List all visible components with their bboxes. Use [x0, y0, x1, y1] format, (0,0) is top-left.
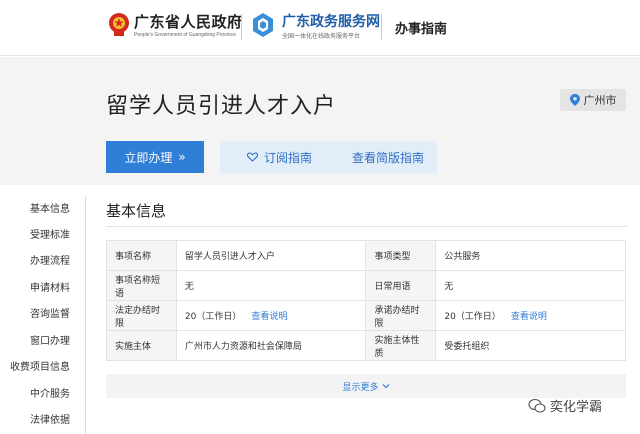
sidenav-item-legal-basis[interactable]: 法律依据 [30, 411, 70, 426]
service-tagline: 全国一体化在线政务服务平台 [282, 33, 361, 40]
basic-info-table: 事项名称 留学人员引进人才入户 事项类型 公共服务 事项名称短语 无 日常用语 … [106, 240, 626, 361]
table-key: 法定办结时限 [106, 300, 177, 331]
table-row: 法定办结时限 20（工作日） 查看说明 承诺办结时限 20（工作日） 查看说明 [106, 300, 626, 331]
table-key: 实施主体 [106, 330, 177, 361]
table-row: 事项名称 留学人员引进人才入户 事项类型 公共服务 [106, 240, 626, 271]
sidenav-item-window[interactable]: 窗口办理 [30, 332, 70, 347]
national-emblem-icon [109, 13, 129, 36]
sidenav-item-materials[interactable]: 申请材料 [30, 279, 70, 294]
double-chevron-right-icon: » [178, 150, 186, 164]
table-value-with-link: 20（工作日） 查看说明 [435, 300, 626, 331]
subscribe-guide-label: 订阅指南 [263, 150, 312, 165]
page-kind-label: 办事指南 [395, 22, 448, 37]
view-explanation-link[interactable]: 查看说明 [511, 312, 547, 322]
implementing-agency-link[interactable]: 广州市人力资源和社会保障局 [175, 330, 367, 361]
sidenav-item-acceptance[interactable]: 受理标准 [30, 226, 70, 241]
view-simple-guide-label: 查看简版指南 [351, 150, 424, 165]
sidenav-item-process[interactable]: 办理流程 [30, 252, 70, 267]
subscribe-guide-button[interactable]: 订阅指南 [220, 141, 339, 173]
table-row: 事项名称短语 无 日常用语 无 [106, 270, 626, 301]
section-title: 基本信息 [106, 202, 167, 220]
city-selector[interactable]: 广州市 [560, 89, 626, 111]
sidenav-item-intermediary[interactable]: 中介服务 [30, 385, 70, 400]
wechat-icon [528, 398, 546, 413]
heart-icon [246, 152, 258, 162]
service-network-logo-icon [253, 13, 273, 37]
table-value-with-link: 20（工作日） 查看说明 [175, 300, 367, 331]
table-value: 无 [435, 270, 626, 301]
table-key: 日常用语 [365, 270, 437, 301]
sidenav-item-consult[interactable]: 咨询监督 [30, 305, 70, 320]
watermark: 奕化学霸 [528, 396, 602, 415]
legal-time-limit-value: 20（工作日） [184, 312, 242, 322]
show-more-button[interactable]: 显示更多 [106, 374, 626, 398]
gov-name[interactable]: 广东省人民政府 [134, 11, 243, 32]
show-more-label: 显示更多 [342, 382, 379, 393]
watermark-text: 奕化学霸 [550, 400, 603, 415]
table-value: 受委托组织 [435, 330, 626, 361]
top-header: 广东省人民政府 People's Government of Guangdong… [0, 0, 640, 56]
table-value: 留学人员引进人才入户 [175, 240, 367, 271]
table-value: 公共服务 [435, 240, 626, 271]
city-label: 广州市 [583, 94, 617, 107]
section-divider [106, 226, 628, 227]
promised-time-limit-value: 20（工作日） [444, 312, 501, 322]
apply-now-label: 立即办理 [124, 150, 173, 165]
sidenav-item-basic-info[interactable]: 基本信息 [30, 200, 70, 215]
header-divider [241, 14, 242, 40]
service-name[interactable]: 广东政务服务网 [282, 11, 380, 31]
table-key: 承诺办结时限 [365, 300, 437, 331]
table-value: 无 [175, 270, 367, 301]
apply-now-button[interactable]: 立即办理 » [106, 141, 204, 173]
sidenav-item-fees[interactable]: 收费项目信息 [10, 358, 70, 373]
view-simple-guide-button[interactable]: 查看简版指南 [339, 141, 437, 173]
table-row: 实施主体 广州市人力资源和社会保障局 实施主体性质 受委托组织 [106, 330, 626, 361]
table-key: 实施主体性质 [365, 330, 437, 361]
header-divider [381, 14, 382, 40]
table-key: 事项名称短语 [106, 270, 177, 301]
chevron-down-icon [382, 384, 389, 389]
sidenav-rail [85, 196, 86, 434]
table-key: 事项类型 [365, 240, 437, 271]
table-key: 事项名称 [106, 240, 177, 271]
view-explanation-link[interactable]: 查看说明 [251, 312, 287, 322]
page-title: 留学人员引进人才入户 [106, 94, 337, 119]
gov-name-en: People's Government of Guangdong Provinc… [134, 32, 236, 38]
location-pin-icon [569, 94, 580, 106]
